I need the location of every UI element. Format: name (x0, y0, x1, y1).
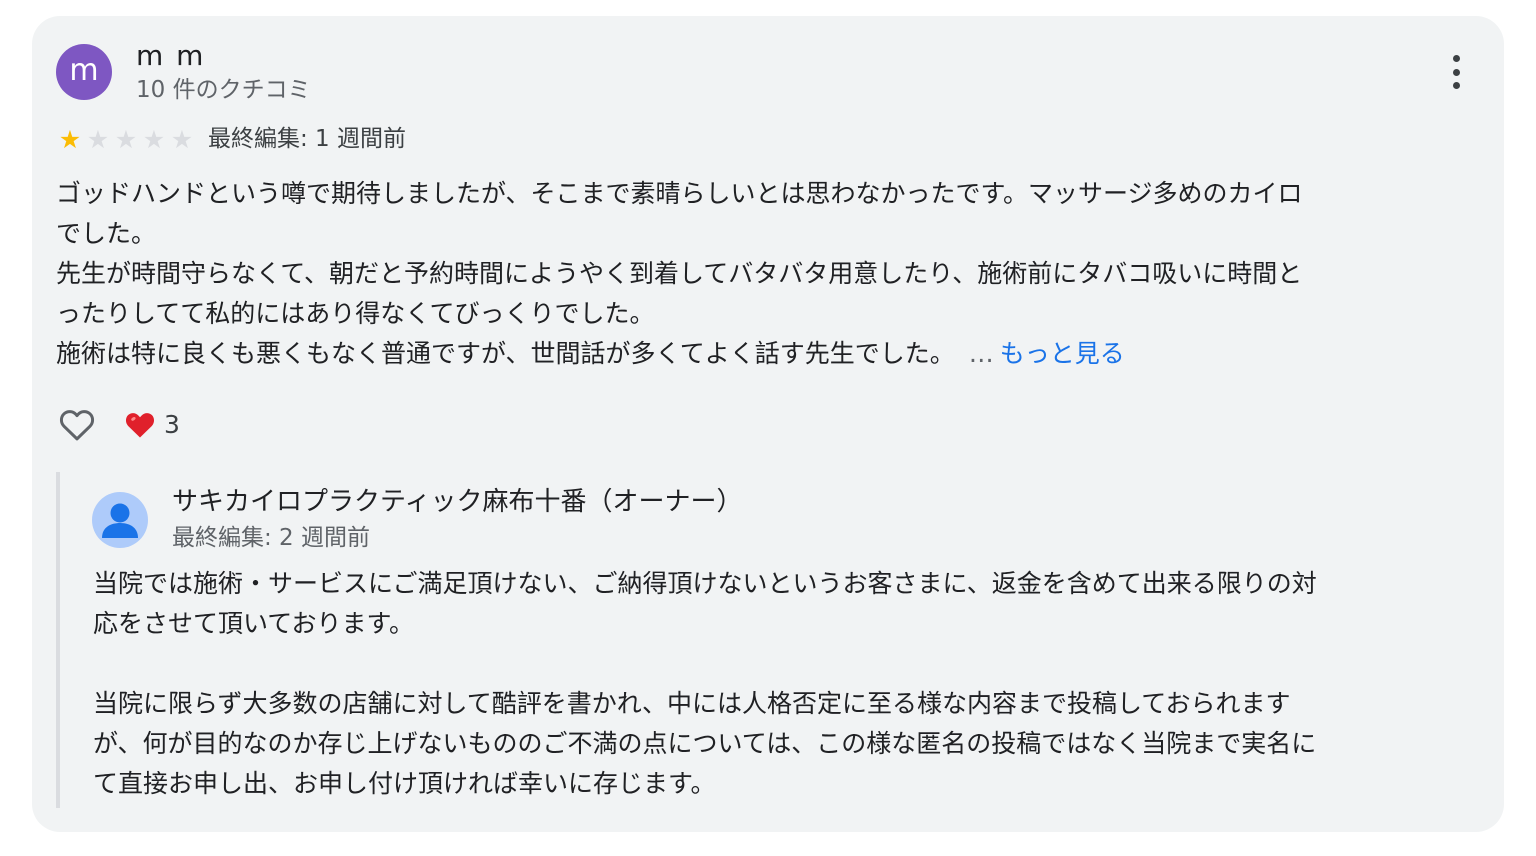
owner-edited-date: 最終編集: 2 週間前 (172, 525, 371, 551)
review-line: ったりしてて私的にはあり得なくてびっくりでした。 (56, 299, 655, 328)
reply-line: が、何が目的なのか存じ上げないもののご不満の点については、この様な匿名の投稿では… (93, 729, 1317, 758)
owner-reply: サキカイロプラクティック麻布十番（オーナー） 最終編集: 2 週間前 当院では施… (56, 472, 1480, 808)
red-heart-emoji[interactable] (122, 406, 158, 442)
heart-outline-icon[interactable] (56, 403, 98, 445)
review-line: でした。 (56, 219, 157, 248)
owner-name: サキカイロプラクティック麻布十番（オーナー） (172, 487, 743, 517)
reply-line: 当院に限らず大多数の店舗に対して酷評を書かれ、中には人格否定に至る様な内容まで投… (93, 689, 1291, 718)
star-filled-icon: ★ (58, 124, 82, 154)
ellipsis: … (968, 339, 994, 368)
reply-line: 当院では施術・サービスにご満足頂けない、ご納得頂けないというお客さまに、返金を含… (93, 569, 1317, 598)
review-line: 先生が時間守らなくて、朝だと予約時間にようやく到着してバタバタ用意したり、施術前… (56, 259, 1303, 288)
reply-line: て直接お申し出、お申し付け頂ければ幸いに存じます。 (93, 769, 716, 798)
more-link[interactable]: もっと見る (1000, 339, 1125, 368)
reaction-count: 3 (164, 409, 180, 439)
review-line: 施術は特に良くも悪くもなく普通ですが、世間話が多くてよく話す先生でした。 (56, 339, 955, 368)
more-options-icon[interactable] (1440, 52, 1472, 92)
star-empty-icon: ★ (114, 124, 138, 154)
owner-reply-text: 当院では施術・サービスにご満足頂けない、ご納得頂けないというお客さまに、返金を含… (93, 564, 1483, 804)
review-edited-date: 最終編集: 1 週間前 (208, 126, 407, 152)
review-count[interactable]: 10 件のクチコミ (136, 74, 311, 106)
reviewer-avatar[interactable]: m (56, 44, 112, 100)
star-empty-icon: ★ (142, 124, 166, 154)
reviewer-name[interactable]: m m (136, 38, 205, 74)
review-line: ゴッドハンドという噂で期待しましたが、そこまで素晴らしいとは思わなかったです。マ… (56, 179, 1303, 208)
person-icon (92, 492, 148, 548)
review-card: m m m 10 件のクチコミ ★ ★ ★ ★ ★ 最終編集: 1 週間前 ゴッドハンド… (32, 16, 1504, 832)
star-empty-icon: ★ (86, 124, 110, 154)
reply-line: 応をさせて頂いております。 (93, 609, 415, 638)
review-text: ゴッドハンドという噂で期待しましたが、そこまで素晴らしいとは思わなかったです。マ… (56, 174, 1468, 374)
reply-line (93, 644, 1483, 684)
star-empty-icon: ★ (170, 124, 194, 154)
reaction-row: 3 (56, 402, 180, 446)
rating-row: ★ ★ ★ ★ ★ 最終編集: 1 週間前 (56, 122, 406, 156)
star-rating: ★ ★ ★ ★ ★ (56, 127, 196, 152)
review-line-last: 施術は特に良くも悪くもなく普通ですが、世間話が多くてよく話す先生でした。 … もっと… (56, 334, 1468, 374)
